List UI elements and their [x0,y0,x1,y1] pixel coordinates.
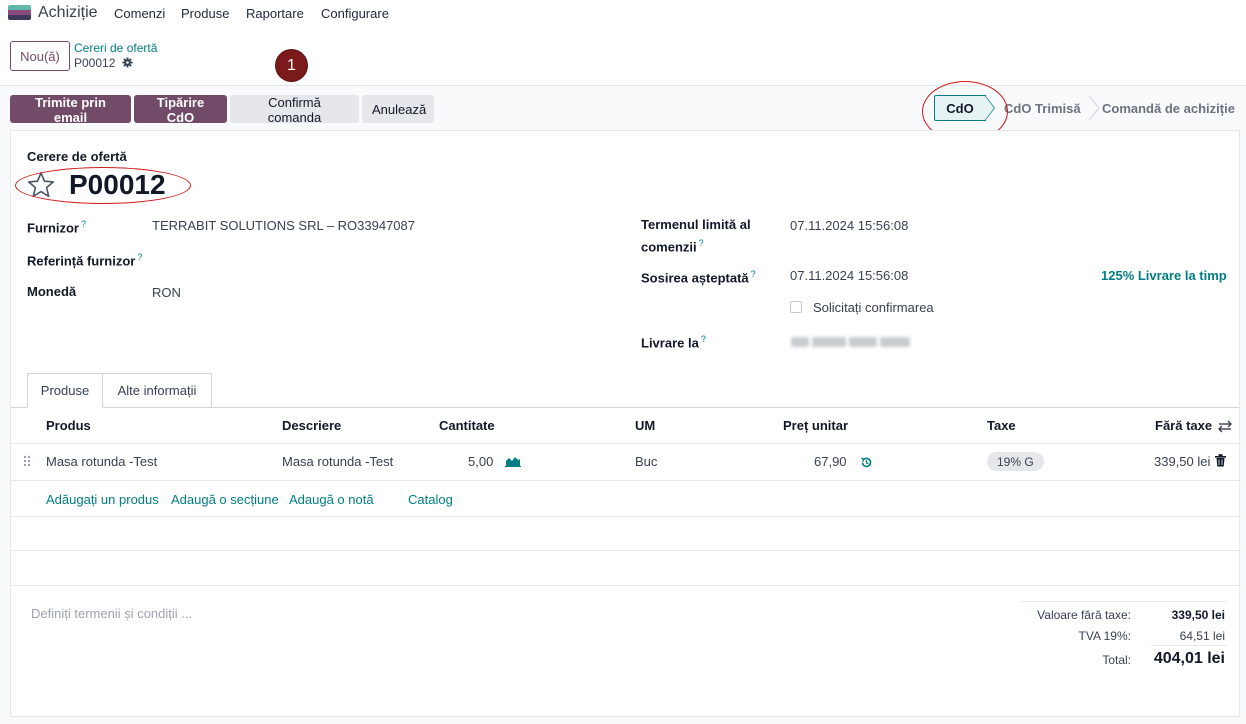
menu-products[interactable]: Produse [181,6,229,21]
menu-reporting[interactable]: Raportare [246,6,304,21]
ask-confirmation-checkbox[interactable] [790,301,802,313]
breadcrumb-parent[interactable]: Cereri de ofertă [74,41,157,55]
menu-orders[interactable]: Comenzi [114,6,165,21]
vendor-reference-label: Referință furnizor? [27,252,143,269]
breadcrumb-current: P00012 [74,56,116,70]
app-name[interactable]: Achiziție [38,4,98,22]
vendor-field[interactable]: TERRABIT SOLUTIONS SRL – RO33947087 [152,218,415,233]
order-deadline-label-line1: Termenul limită al [641,217,751,232]
top-navbar: Achiziție Comenzi Produse Raportare Conf… [0,0,1246,28]
table-empty-row-divider-1 [11,516,1239,517]
row-quantity[interactable]: 5,00 [468,454,493,469]
expected-arrival-label: Sosirea așteptată? [641,269,756,286]
cancel-button[interactable]: Anulează [362,95,434,123]
drag-handle-icon[interactable] [23,455,31,467]
status-step-rfq[interactable]: CdO [934,95,986,121]
tab-other-info[interactable]: Alte informații [103,373,212,408]
deliver-to-label: Livrare la? [641,334,706,351]
untaxed-amount-label: Valoare fără taxe: [1037,608,1131,622]
deliver-to-field-redacted[interactable] [791,335,937,349]
column-settings-icon[interactable] [1218,420,1232,433]
order-deadline-label-line2: comenzii? [641,238,704,255]
purchase-app-icon[interactable] [8,5,31,20]
tab-products[interactable]: Produse [27,373,103,408]
row-unit-price[interactable]: 67,90 [814,454,847,469]
status-step-rfq-sent[interactable]: CdO Trimisă [1004,101,1081,116]
col-taxes[interactable]: Taxe [987,418,1016,433]
totals-top-divider [1021,601,1226,602]
order-deadline-field[interactable]: 07.11.2024 15:56:08 [790,218,908,233]
expected-arrival-field[interactable]: 07.11.2024 15:56:08 [790,268,908,283]
status-arrow-inner [985,96,994,120]
star-icon[interactable] [27,171,55,199]
forecast-chart-icon[interactable] [505,455,521,467]
col-uom[interactable]: UM [635,418,655,433]
currency-label: Monedă [27,284,77,299]
menu-configuration[interactable]: Configurare [321,6,389,21]
form-sheet: Cerere de ofertă P00012 Furnizor? TERRAB… [10,130,1240,717]
table-row-divider [11,480,1239,481]
col-quantity[interactable]: Cantitate [439,418,495,433]
total-value: 404,01 lei [1153,650,1225,667]
history-icon[interactable] [860,456,873,469]
status-bar: CdO CdO Trimisă Comandă de achiziție [930,94,1242,122]
terms-conditions-input[interactable]: Definiți termenii și condiții ... [31,606,192,621]
vat-value: 64,51 lei [1179,629,1225,643]
add-product-link[interactable]: Adăugați un produs [46,492,159,507]
ask-confirmation-label: Solicitați confirmarea [813,300,934,315]
row-tax-badge[interactable]: 19% G [987,452,1044,471]
total-label: Total: [1102,653,1131,667]
step-number-badge: 1 [276,50,307,81]
gear-icon[interactable] [122,57,133,68]
table-header-divider [11,443,1239,444]
status-step-purchase-order[interactable]: Comandă de achiziție [1102,101,1235,116]
add-note-link[interactable]: Adaugă o notă [289,492,374,507]
confirm-order-button[interactable]: Confirmă comanda [230,95,359,125]
trash-icon[interactable] [1215,454,1226,467]
catalog-link[interactable]: Catalog [408,492,453,507]
row-subtotal: 339,50 lei [1154,454,1211,469]
chevron-right-icon [1088,96,1100,120]
document-type-label: Cerere de ofertă [27,149,127,164]
row-product[interactable]: Masa rotunda -Test [46,454,157,469]
new-button[interactable]: Nou(ă) [10,41,70,71]
print-rfq-button[interactable]: Tipărire CdO [134,95,227,125]
table-empty-row-divider-2 [11,550,1239,551]
col-product[interactable]: Produs [46,418,91,433]
vat-label: TVA 19%: [1078,629,1131,643]
row-description[interactable]: Masa rotunda -Test [282,454,393,469]
on-time-delivery-link[interactable]: 125% Livrare la timp [1101,268,1227,283]
currency-field[interactable]: RON [152,285,181,300]
untaxed-amount-value: 339,50 lei [1171,608,1225,622]
document-number: P00012 [69,169,166,200]
col-subtotal[interactable]: Fără taxe [1155,418,1212,433]
totals-divider [1151,645,1226,646]
add-section-link[interactable]: Adaugă o secțiune [171,492,279,507]
col-unit-price[interactable]: Preț unitar [783,418,848,433]
table-empty-row-divider-3 [11,585,1239,586]
row-uom[interactable]: Buc [635,454,657,469]
send-email-button[interactable]: Trimite prin email [10,95,131,125]
control-panel: Nou(ă) Cereri de ofertă P00012 1 [0,28,1246,86]
col-description[interactable]: Descriere [282,418,341,433]
vendor-label: Furnizor? [27,219,87,236]
